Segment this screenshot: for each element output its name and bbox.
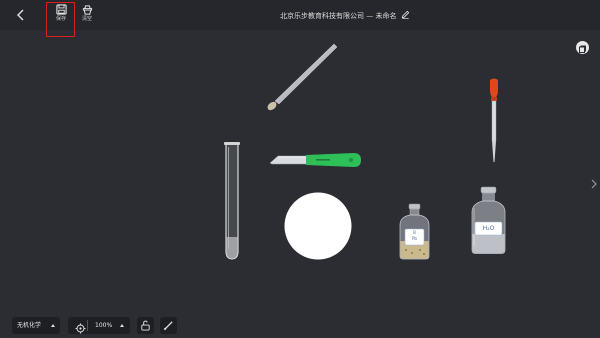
right-panel-toggle[interactable] xyxy=(590,175,598,189)
top-bar: 保存 清空 北京乐步教育科技有限公司 — 未命名 xyxy=(0,0,600,30)
copy-icon xyxy=(579,45,586,53)
water-bottle[interactable]: H₂O xyxy=(470,186,507,255)
basket-icon xyxy=(82,5,92,15)
medicine-spoon[interactable] xyxy=(262,38,342,114)
caret-up-icon[interactable] xyxy=(120,324,124,327)
zoom-level[interactable]: 100% xyxy=(95,317,112,334)
font-select-value: 无机化学 xyxy=(17,322,42,329)
chevron-left-icon xyxy=(17,9,24,21)
floppy-disk-icon xyxy=(55,4,67,15)
unlock-icon xyxy=(141,320,150,331)
bottle-small-label-top: B xyxy=(413,230,416,235)
unlock-button[interactable] xyxy=(137,317,154,334)
font-select[interactable]: 无机化学 xyxy=(12,317,60,334)
pen-icon xyxy=(163,321,173,331)
clear-button[interactable]: 清空 xyxy=(75,4,99,30)
chevron-right-icon xyxy=(591,179,597,189)
knife[interactable] xyxy=(268,150,364,170)
test-tube[interactable] xyxy=(222,141,242,261)
copy-button[interactable] xyxy=(576,41,589,54)
zoom-control: 100% xyxy=(68,317,130,334)
zoom-divider xyxy=(87,320,88,331)
document-title: 北京乐步教育科技有限公司 — 未命名 xyxy=(280,10,450,21)
water-bottle-body xyxy=(471,186,506,254)
save-button[interactable]: 保存 xyxy=(49,4,73,30)
reagent-bottle-small[interactable]: B Pb xyxy=(398,203,431,260)
water-bottle-label: H₂O xyxy=(482,225,495,232)
dropper[interactable] xyxy=(484,78,504,164)
pen-button[interactable] xyxy=(160,317,177,334)
pencil-icon xyxy=(401,10,409,19)
caret-up-icon xyxy=(51,324,55,327)
bottle-small-label-bottom: Pb xyxy=(412,236,417,241)
crosshair-icon xyxy=(75,323,86,334)
clear-label: 清空 xyxy=(81,16,92,22)
save-label: 保存 xyxy=(55,16,66,22)
filter-paper[interactable] xyxy=(283,191,353,261)
edit-title-button[interactable] xyxy=(401,10,410,19)
back-button[interactable] xyxy=(13,7,29,23)
document-title-text: 北京乐步教育科技有限公司 — 未命名 xyxy=(280,12,397,20)
